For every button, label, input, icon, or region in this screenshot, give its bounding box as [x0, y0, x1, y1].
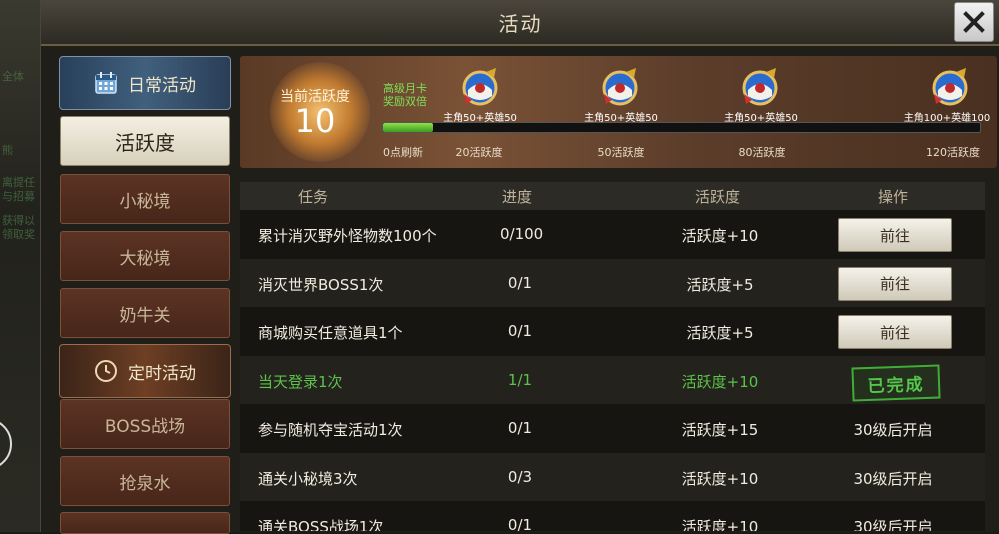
task-progress: 0/1: [507, 419, 533, 437]
daily-header-label: 日常活动: [128, 75, 196, 96]
task-progress: 0/100: [500, 225, 544, 243]
sidebar-item-boss-battlefield[interactable]: BOSS战场: [60, 399, 230, 449]
milestone-reward: 主角100+英雄100: [903, 113, 991, 124]
timed-header-label: 定时活动: [128, 363, 196, 384]
milestone-threshold: 50活跃度: [597, 146, 645, 159]
window-title: 活动: [498, 12, 543, 36]
table-row: 商城购买任意道具1个 0/1 活跃度+5 前往: [240, 307, 985, 356]
task-name: 参与随机夺宝活动1次: [258, 421, 403, 439]
task-progress: 0/1: [507, 322, 533, 340]
milestone-reward: 主角50+英雄50: [584, 113, 658, 124]
table-header: 任务 进度 活跃度 操作: [240, 182, 985, 210]
table-row: 累计消灭野外怪物数100个 0/100 活跃度+10 前往: [240, 210, 985, 259]
sidebar-item-cow-level[interactable]: 奶牛关: [60, 288, 230, 338]
go-button[interactable]: 前往: [838, 266, 952, 301]
current-activity-value: 10: [294, 102, 336, 140]
daily-activities-header: 日常活动: [59, 56, 231, 110]
activity-banner: 当前活跃度 10 高级月卡 奖励双倍 0点刷新 主角50+英雄50 20活跃度 …: [240, 56, 997, 168]
task-progress: 1/1: [507, 370, 533, 389]
sidebar-item-small-realm[interactable]: 小秘境: [60, 174, 230, 224]
task-name: 当天登录1次: [258, 372, 343, 391]
task-activity: 活跃度+15: [681, 421, 759, 439]
background-text: 与招募: [2, 190, 35, 203]
task-activity: 活跃度+10: [681, 518, 759, 531]
task-name: 商城购买任意道具1个: [258, 324, 403, 342]
table-row: 参与随机夺宝活动1次 0/1 活跃度+15 30级后开启: [240, 404, 985, 453]
close-button[interactable]: [954, 2, 994, 42]
background-text: 获得以: [2, 214, 35, 227]
task-table: 任务 进度 活跃度 操作 累计消灭野外怪物数100个 0/100 活跃度+10 …: [240, 182, 985, 531]
header-progress: 进度: [502, 188, 533, 206]
milestone-threshold: 80活跃度: [738, 146, 786, 159]
task-name: 消灭世界BOSS1次: [258, 275, 384, 294]
task-activity: 活跃度+5: [686, 324, 754, 342]
locked-status: 30级后开启: [853, 421, 933, 439]
milestone-reward: 主角50+英雄50: [724, 113, 798, 124]
timed-activities-header: 定时活动: [59, 344, 231, 398]
reward-chest-icon[interactable]: [458, 64, 502, 108]
clock-icon: [95, 360, 117, 382]
sidebar-item-grab-spring[interactable]: 抢泉水: [60, 456, 230, 506]
task-activity: 活跃度+10: [681, 469, 759, 488]
go-button[interactable]: 前往: [838, 218, 952, 252]
locked-status: 30级后开启: [853, 469, 933, 488]
header-task: 任务: [298, 188, 329, 206]
background-text: 领取奖: [2, 228, 35, 241]
activity-content: 当前活跃度 10 高级月卡 奖励双倍 0点刷新 主角50+英雄50 20活跃度 …: [240, 56, 999, 532]
table-row: 消灭世界BOSS1次 0/1 活跃度+5 前往: [240, 258, 985, 307]
calendar-icon: [95, 72, 117, 94]
background-text: 离提任: [2, 176, 35, 189]
close-icon: [963, 11, 985, 33]
sidebar-item-activity[interactable]: 活跃度: [60, 116, 230, 166]
task-progress: 0/1: [507, 273, 533, 292]
monthly-card-bonus: 高级月卡 奖励双倍: [383, 82, 427, 108]
reward-chest-icon[interactable]: [738, 64, 782, 108]
task-name: 通关BOSS战场1次: [258, 518, 384, 531]
task-activity: 活跃度+10: [681, 227, 759, 245]
milestone-reward: 主角50+英雄50: [443, 113, 517, 124]
task-name: 累计消灭野外怪物数100个: [258, 227, 437, 245]
refresh-label: 0点刷新: [383, 146, 423, 159]
bonus-line-2: 奖励双倍: [383, 95, 427, 108]
reward-chest-icon[interactable]: [928, 64, 972, 108]
task-progress: 0/3: [507, 467, 533, 486]
task-name: 通关小秘境3次: [258, 469, 358, 488]
task-activity: 活跃度+5: [686, 275, 754, 294]
header-action: 操作: [878, 188, 909, 206]
sidebar-item-big-realm[interactable]: 大秘境: [60, 231, 230, 281]
go-button[interactable]: 前往: [838, 315, 952, 349]
bonus-line-1: 高级月卡: [383, 82, 427, 95]
milestone-threshold: 20活跃度: [455, 146, 503, 159]
reward-chest-icon[interactable]: [598, 64, 642, 108]
header-activity: 活跃度: [695, 188, 741, 206]
sidebar-item-partial[interactable]: [60, 512, 230, 534]
background-text: 全体: [2, 70, 24, 83]
task-progress: 0/1: [507, 516, 533, 531]
task-activity: 活跃度+10: [681, 372, 759, 391]
table-row: 通关BOSS战场1次 0/1 活跃度+10 30级后开启: [240, 501, 985, 531]
completed-stamp: 已完成: [851, 363, 941, 402]
locked-status: 30级后开启: [853, 518, 933, 531]
activity-sidebar: 日常活动 活跃度 小秘境 大秘境 奶牛关 定时活动 BOSS战场 抢泉水: [59, 56, 231, 534]
milestone-threshold: 120活跃度: [926, 146, 980, 159]
background-text: 熊: [2, 144, 13, 157]
table-row: 通关小秘境3次 0/3 活跃度+10 30级后开启: [240, 452, 985, 501]
title-bar: 活动: [41, 0, 999, 46]
table-row: 当天登录1次 1/1 活跃度+10 已完成: [240, 355, 985, 404]
activity-window: 活动 日常活动 活跃度 小秘境 大秘境 奶牛关 定时活动 BOSS战场 抢泉水 …: [40, 0, 999, 534]
activity-progress-fill: [383, 123, 433, 132]
